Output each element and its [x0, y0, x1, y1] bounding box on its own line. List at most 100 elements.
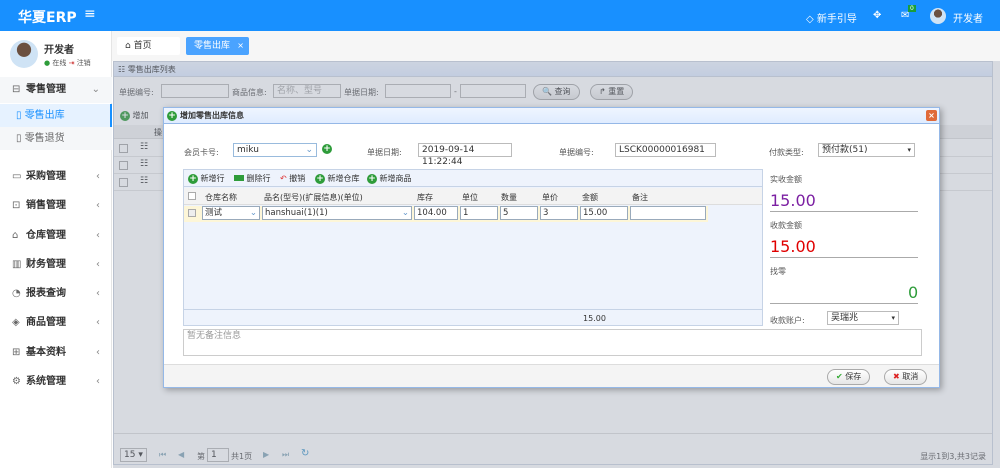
- logout-icon: ⇥: [68, 59, 75, 67]
- home-icon: ⌂: [125, 41, 131, 51]
- diamond-icon: ◇: [806, 14, 814, 25]
- member-select[interactable]: miku ⌄: [233, 143, 317, 157]
- col-header: 金额: [582, 193, 598, 202]
- book-icon: ▥: [12, 259, 22, 270]
- change-amount: 0: [908, 283, 919, 302]
- chevron-left-icon: ‹: [96, 200, 100, 211]
- qty-input[interactable]: 5: [500, 206, 538, 220]
- top-header: 华夏ERP ≡ ◇ 新手引导 ✥ ✉ 0 开发者: [0, 0, 1000, 31]
- delete-row-button[interactable]: 删除行: [234, 170, 271, 187]
- undo-icon: ↶: [280, 174, 287, 183]
- save-button[interactable]: ✔ 保存: [827, 369, 871, 385]
- divider: [770, 303, 918, 304]
- sidebar-item[interactable]: ⊡ 销售管理 ‹: [0, 193, 112, 219]
- gift-icon: ⊟: [12, 84, 21, 95]
- btn-label: 新增行: [200, 174, 225, 183]
- sidebar-item[interactable]: ⚙ 系统管理 ‹: [0, 369, 112, 395]
- chevron-left-icon: ‹: [96, 288, 100, 299]
- col-header: 单价: [542, 193, 558, 202]
- close-icon[interactable]: ×: [926, 110, 937, 121]
- caret-down-icon: ▾: [907, 146, 911, 154]
- actual-label: 实收金额: [770, 175, 802, 184]
- menu-label: 财务管理: [26, 259, 66, 270]
- grid-footer: 15.00: [184, 309, 762, 325]
- warehouse-select[interactable]: 测试 ⌄: [202, 206, 260, 220]
- chart-pie-icon: ◔: [12, 288, 21, 299]
- product-select[interactable]: hanshuai(1)(1) ⌄: [262, 206, 412, 220]
- dialog-title: + 增加零售出库信息 ×: [164, 108, 939, 124]
- col-header: 备注: [632, 193, 648, 202]
- pay-type-select[interactable]: 预付款(51) ▾: [818, 143, 915, 157]
- plus-icon: +: [188, 173, 198, 184]
- menu-label: 商品管理: [26, 317, 66, 328]
- bill-no-input[interactable]: LSCK00000016981: [615, 143, 716, 157]
- sidebar-item[interactable]: ▭ 采购管理 ‹: [0, 164, 112, 190]
- add-row-button[interactable]: + 新增行: [188, 170, 225, 187]
- undo-button[interactable]: ↶ 撤销: [280, 170, 305, 187]
- date-input[interactable]: 2019-09-14 11:22:44: [418, 143, 512, 167]
- select-all-checkbox[interactable]: [188, 192, 196, 200]
- cell-value: hanshuai(1)(1): [265, 208, 328, 218]
- menu-label: 销售管理: [26, 200, 66, 211]
- sidebar-item[interactable]: ◈ 商品管理 ‹: [0, 310, 112, 336]
- sidebar-item[interactable]: ⊞ 基本资料 ‹: [0, 340, 112, 366]
- menu-label: 零售管理: [26, 84, 66, 95]
- menu-toggle-icon[interactable]: ≡: [84, 6, 96, 22]
- add-warehouse-button[interactable]: + 新增仓库: [315, 170, 360, 187]
- bill-no-label: 单据编号:: [559, 148, 594, 157]
- logout-link[interactable]: 注销: [77, 59, 91, 67]
- check-icon: ✔: [836, 372, 843, 381]
- avatar[interactable]: [930, 8, 946, 24]
- detail-grid: + 新增行 删除行 ↶ 撤销 + 新增仓库 + 新增商品 仓库名称 品名(型号)…: [183, 169, 763, 326]
- received-amount[interactable]: 15.00: [770, 237, 816, 256]
- header-user[interactable]: 开发者: [953, 10, 983, 25]
- unit-input[interactable]: 1: [460, 206, 498, 220]
- menu-label: 报表查询: [26, 288, 66, 299]
- add-product-button[interactable]: + 新增商品: [367, 170, 412, 187]
- add-member-icon[interactable]: +: [322, 144, 332, 154]
- sidebar-user: 开发者: [44, 45, 74, 56]
- col-header: 仓库名称: [205, 193, 237, 202]
- menu-label: 仓库管理: [26, 230, 66, 241]
- cancel-button[interactable]: ✖ 取消: [884, 369, 928, 385]
- sidebar-item[interactable]: ⌂ 仓库管理 ‹: [0, 223, 112, 249]
- stock-input[interactable]: 104.00: [414, 206, 458, 220]
- submenu-label: 零售退货: [24, 133, 65, 144]
- account-select[interactable]: 吴瑞兆 ▾: [827, 311, 899, 325]
- btn-label: 新增仓库: [327, 174, 360, 183]
- chevron-left-icon: ‹: [96, 230, 100, 241]
- amount-input[interactable]: 15.00: [580, 206, 628, 220]
- tab-retail-out[interactable]: 零售出库 ×: [186, 37, 249, 55]
- grid-icon: ⊞: [12, 347, 21, 358]
- date-label: 单据日期:: [367, 148, 402, 157]
- chevron-left-icon: ‹: [96, 347, 100, 358]
- status-online: 在线: [52, 59, 67, 67]
- sidebar-item-retail[interactable]: ⊟ 零售管理 ⌄: [0, 77, 112, 103]
- remark-input[interactable]: [630, 206, 706, 220]
- sidebar-item[interactable]: ◔ 报表查询 ‹: [0, 281, 112, 307]
- tab-home[interactable]: ⌂ 首页: [117, 37, 180, 55]
- submenu-label: 零售出库: [24, 110, 65, 121]
- chevron-down-icon: ⌄: [249, 208, 257, 218]
- footer-total: 15.00: [583, 314, 606, 323]
- plus-icon: +: [315, 173, 325, 184]
- sidebar-item-retail-return[interactable]: ▯ 零售退货: [0, 127, 112, 150]
- fullscreen-icon[interactable]: ✥: [873, 10, 881, 21]
- sidebar-item-retail-out[interactable]: ▯ 零售出库: [0, 104, 112, 127]
- btn-label: 新增商品: [379, 174, 412, 183]
- menu-label: 基本资料: [26, 347, 66, 358]
- close-icon[interactable]: ×: [237, 37, 244, 55]
- col-header: 单位: [462, 193, 478, 202]
- mail-icon[interactable]: ✉ 0: [901, 5, 916, 21]
- logo: 华夏ERP: [18, 10, 77, 26]
- dialog-title-text: 增加零售出库信息: [180, 111, 244, 120]
- btn-label: 撤销: [289, 174, 306, 183]
- guide-label: 新手引导: [816, 14, 857, 25]
- remark-textarea[interactable]: 暂无备注信息: [183, 329, 922, 356]
- tab-bar: ⌂ 首页 零售出库 ×: [112, 31, 1000, 61]
- price-input[interactable]: 3: [540, 206, 578, 220]
- guide-link[interactable]: ◇ 新手引导: [806, 10, 857, 25]
- grid-header-row: 仓库名称 品名(型号)(扩展信息)(单位) 库存 单位 数量 单价 金额 备注: [184, 188, 762, 205]
- row-checkbox[interactable]: [188, 209, 196, 217]
- sidebar-item[interactable]: ▥ 财务管理 ‹: [0, 252, 112, 278]
